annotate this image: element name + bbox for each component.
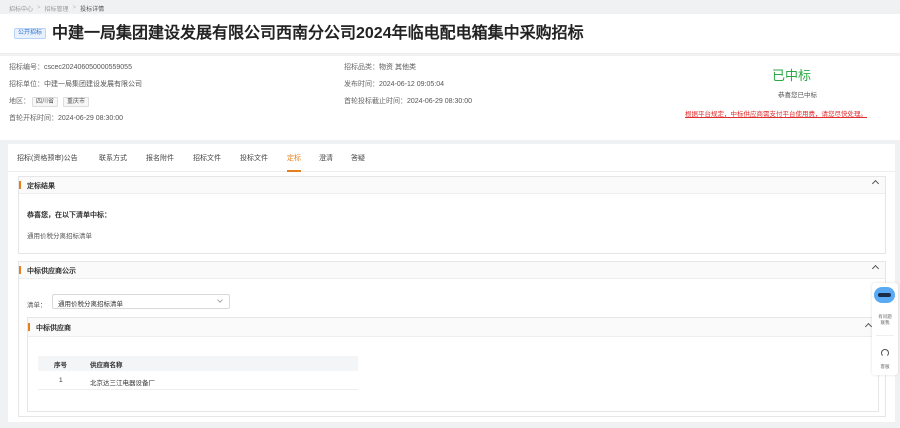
- winning-supplier-header[interactable]: 中标供应商: [28, 318, 878, 337]
- section-accent-bar: [28, 323, 30, 331]
- award-status: 已中标: [772, 68, 812, 83]
- column-header-index: 序号: [54, 362, 67, 369]
- award-congrats: 恭喜您已中标: [778, 92, 817, 99]
- section-accent-bar: [19, 266, 21, 274]
- headset-icon[interactable]: [881, 349, 889, 357]
- project-header: 公开招标 中建一局集团建设发展有限公司西南分公司2024年临电配电箱集中采购招标: [0, 14, 900, 54]
- table-header: 序号 供应商名称: [38, 356, 358, 371]
- list-select-value: 通用价税分离招标清单: [58, 301, 123, 308]
- assistant-robot-icon[interactable]: [874, 287, 895, 303]
- chevron-up-icon[interactable]: [864, 322, 873, 331]
- section-accent-bar: [19, 181, 21, 189]
- breadcrumb: 招标中心 > 招标管理 > 投标详情: [9, 3, 104, 13]
- tab-qa[interactable]: 答疑: [351, 153, 365, 163]
- row-index: 1: [59, 377, 63, 384]
- help-label[interactable]: 有问题 联我: [872, 314, 898, 326]
- tab-announcement[interactable]: 招标(资格预审)公告: [17, 153, 78, 163]
- tab-bid-doc[interactable]: 投标文件: [240, 153, 268, 163]
- row-supplier-name: 北京达三江电器设备厂: [90, 380, 155, 387]
- region-tag: 重庆市: [63, 97, 90, 107]
- breadcrumb-separator-icon: >: [72, 5, 77, 11]
- award-message: 恭喜您，在以下清单中标：: [27, 212, 111, 219]
- service-label[interactable]: 客服: [872, 364, 898, 370]
- bid-category: 招标品类：物资 其他类: [344, 64, 416, 71]
- breadcrumb-item-center[interactable]: 招标中心: [9, 4, 33, 13]
- column-header-name: 供应商名称: [90, 362, 123, 369]
- winning-supplier-subsection: 中标供应商 序号 供应商名称 1 北京达三江电器设备厂: [27, 317, 879, 412]
- section-title: 中标供应商公示: [27, 268, 76, 275]
- section-title: 中标供应商: [36, 325, 71, 332]
- chevron-down-icon: [217, 297, 223, 303]
- award-list-name: 通用价税分离招标清单: [27, 233, 92, 240]
- list-select-label: 清单：: [27, 302, 47, 309]
- publish-time: 发布时间：2024-06-12 09:05:04: [344, 81, 444, 88]
- divider: [876, 335, 894, 336]
- tab-signup-attachment[interactable]: 报名附件: [146, 153, 174, 163]
- project-info: 招标编号：cscec202406050000559055 招标单位：中建一局集团…: [0, 56, 900, 140]
- breadcrumb-item-current: 投标详情: [80, 6, 105, 13]
- list-select[interactable]: 通用价税分离招标清单: [52, 294, 230, 309]
- first-open-time: 首轮开标时间：2024-06-29 08:30:00: [9, 115, 123, 122]
- floating-help-bar: 有问题 联我 客服: [872, 283, 898, 375]
- award-result-section: 定标结果 恭喜您，在以下清单中标： 通用价税分离招标清单: [18, 176, 886, 254]
- award-result-header[interactable]: 定标结果: [19, 177, 885, 194]
- chevron-up-icon[interactable]: [871, 179, 880, 188]
- bid-unit: 招标单位：中建一局集团建设发展有限公司: [9, 81, 142, 88]
- page-title: 中建一局集团建设发展有限公司西南分公司2024年临电配电箱集中采购招标: [52, 25, 584, 42]
- region-tag: 四川省: [32, 97, 59, 107]
- active-tab-indicator: [287, 170, 301, 172]
- chevron-up-icon[interactable]: [871, 264, 880, 273]
- tab-clarification[interactable]: 澄清: [319, 153, 333, 163]
- breadcrumb-separator-icon: >: [37, 5, 41, 11]
- bid-code: 招标编号：cscec202406050000559055: [9, 64, 132, 71]
- tab-award[interactable]: 定标: [287, 153, 301, 163]
- section-title: 定标结果: [27, 183, 55, 190]
- supplier-announcement-section: 中标供应商公示 清单： 通用价税分离招标清单 中标供应商 序号 供应商名称 1 …: [18, 261, 886, 417]
- supplier-announcement-header[interactable]: 中标供应商公示: [19, 262, 885, 279]
- tab-tender-doc[interactable]: 招标文件: [193, 153, 221, 163]
- bid-region: 地区： 四川省 重庆市: [9, 97, 90, 107]
- breadcrumb-item-manage[interactable]: 招标管理: [45, 4, 69, 13]
- fee-notice-link[interactable]: 根据平台规定，中标供应商需支付平台使用费，请您尽快处理。: [685, 108, 867, 118]
- tab-bar: 招标(资格预审)公告 联系方式 报名附件 招标文件 投标文件 定标 澄清 答疑: [8, 144, 895, 172]
- bid-deadline: 首轮投标截止时间：2024-06-29 08:30:00: [344, 98, 472, 105]
- tab-contact[interactable]: 联系方式: [99, 153, 127, 163]
- bid-type-badge: 公开招标: [14, 28, 47, 39]
- detail-panel: 招标(资格预审)公告 联系方式 报名附件 招标文件 投标文件 定标 澄清 答疑 …: [8, 144, 895, 422]
- table-row: 1 北京达三江电器设备厂: [38, 372, 358, 390]
